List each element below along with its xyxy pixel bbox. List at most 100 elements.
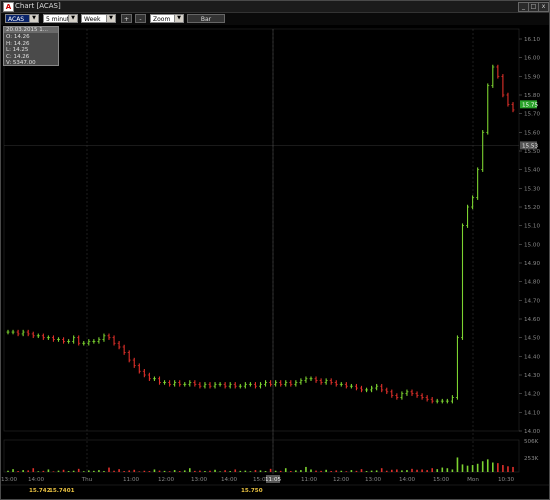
volume-bar [27, 470, 29, 472]
volume-bar [497, 463, 499, 472]
volume-bar [380, 468, 383, 472]
volume-bar [113, 470, 115, 472]
volume-bar [335, 470, 338, 472]
y-axis-tick-label: 15.50 [524, 149, 540, 155]
volume-bar [365, 471, 368, 472]
y-axis-tick-label: 14.70 [524, 298, 540, 304]
volume-bar [325, 469, 327, 472]
volume-bar [32, 468, 35, 472]
y-axis-tick-label: 15.60 [524, 130, 540, 136]
y-axis-tick-label: 15.20 [524, 205, 540, 211]
volume-bar [209, 470, 211, 472]
x-axis-tick-label: 13:00 [191, 477, 208, 483]
volume-bar [411, 468, 413, 472]
volume-bar [62, 469, 65, 472]
volume-bar [456, 457, 459, 472]
volume-bar [7, 470, 9, 472]
volume-bar [123, 471, 125, 472]
volume-bar [108, 467, 110, 472]
volume-bar [320, 470, 322, 472]
volume-bar [471, 465, 474, 472]
volume-bar [153, 469, 156, 472]
price-panel-border [3, 28, 520, 432]
volume-bar [178, 471, 181, 472]
volume-bar [234, 469, 237, 472]
chart-toolbar: ACAS ▼ 5 minutes ▼ Week ▼ + - Zoom ▼ Bar [1, 13, 549, 25]
volume-bar [214, 469, 216, 472]
volume-bar [345, 471, 348, 472]
crosshair-x-label: 11:05 [265, 477, 282, 483]
x-axis-tick-label: 10:30 [498, 477, 515, 483]
y-axis-tick-label: 15.80 [524, 93, 540, 99]
x-axis-tick-label: 14:00 [221, 477, 238, 483]
volume-bar [249, 471, 252, 472]
volume-bar [396, 469, 398, 472]
x-axis-tick-label: 12:00 [333, 477, 350, 483]
chevron-down-icon[interactable]: ▼ [68, 15, 77, 22]
title-bar: A Chart [ACAS] _ □ x [1, 1, 549, 13]
close-button[interactable]: x [538, 2, 549, 12]
volume-bar [300, 470, 302, 472]
volume-panel-border [3, 439, 520, 473]
volume-bar [22, 470, 24, 472]
volume-bar [406, 470, 408, 472]
zoom-out-button[interactable]: - [135, 14, 146, 23]
volume-bar [148, 471, 151, 472]
volume-bar [431, 468, 433, 472]
y-axis-tick-label: 15.10 [524, 224, 540, 230]
volume-bar [375, 470, 378, 472]
volume-bar [385, 470, 388, 472]
chevron-down-icon[interactable]: ▼ [106, 15, 115, 22]
volume-bar [88, 470, 90, 472]
price-chart[interactable]: 16.10 16.00 15.90 15.80 15.70 15.60 15.50 15.40… [1, 26, 549, 498]
volume-bar [103, 471, 105, 472]
symbol-select[interactable]: ACAS ▼ [5, 14, 39, 23]
volume-bar [310, 469, 312, 472]
x-axis-tick-label: 14:00 [28, 477, 45, 483]
volume-bar [315, 470, 317, 472]
bar-type-button[interactable]: Bar [187, 14, 225, 23]
range-select[interactable]: Week ▼ [81, 14, 116, 23]
interval-select[interactable]: 5 minutes ▼ [43, 14, 78, 23]
zoom-select[interactable]: Zoom ▼ [150, 14, 184, 23]
volume-bar [370, 470, 373, 472]
y-axis-tick-label: 15.90 [524, 74, 540, 80]
volume-bar [481, 461, 484, 472]
volume-bar [163, 470, 166, 472]
volume-bar [340, 470, 343, 472]
volume-bar [82, 471, 85, 472]
chevron-down-icon[interactable]: ▼ [174, 15, 183, 22]
volume-bar [295, 470, 297, 472]
last-price-label: 15.75 [522, 102, 538, 108]
range-value: Week [84, 16, 101, 23]
x-axis-tick-label: Mon [467, 477, 479, 483]
y-axis-tick-label: 16.00 [524, 56, 540, 62]
y-axis-tick-label: 15.70 [524, 112, 540, 118]
volume-bar [502, 465, 504, 472]
volume-bar [401, 470, 403, 472]
volume-bar [52, 471, 55, 472]
x-axis-tick-label: 13:00 [365, 477, 382, 483]
ohlc-tooltip: 20.03.2015 1... O: 14.26 H: 14.26 L: 14.… [3, 26, 59, 66]
chevron-down-icon[interactable]: ▼ [29, 15, 38, 22]
volume-bar [98, 470, 100, 472]
y-axis-tick-label: 14.50 [524, 336, 540, 342]
volume-bar [446, 468, 449, 472]
x-axis-tick-label: 12:00 [158, 477, 175, 483]
x-axis-tick-label: 14:00 [399, 477, 416, 483]
volume-bar [244, 470, 247, 472]
volume-bar [168, 471, 171, 472]
volume-bar [350, 470, 353, 472]
volume-bar [37, 471, 40, 472]
volume-bar [476, 463, 479, 472]
crosshair-price-label: 15.53 [522, 143, 538, 149]
volume-bar [360, 469, 363, 472]
x-axis-tick-label: 11:00 [123, 477, 140, 483]
y-axis-tick-label: 14.10 [524, 410, 540, 416]
volume-bar [466, 465, 469, 472]
zoom-in-button[interactable]: + [121, 14, 132, 23]
volume-bar [436, 469, 439, 472]
volume-bar [507, 466, 509, 472]
volume-bar [199, 470, 201, 472]
volume-tick-label: 253K [524, 456, 539, 462]
